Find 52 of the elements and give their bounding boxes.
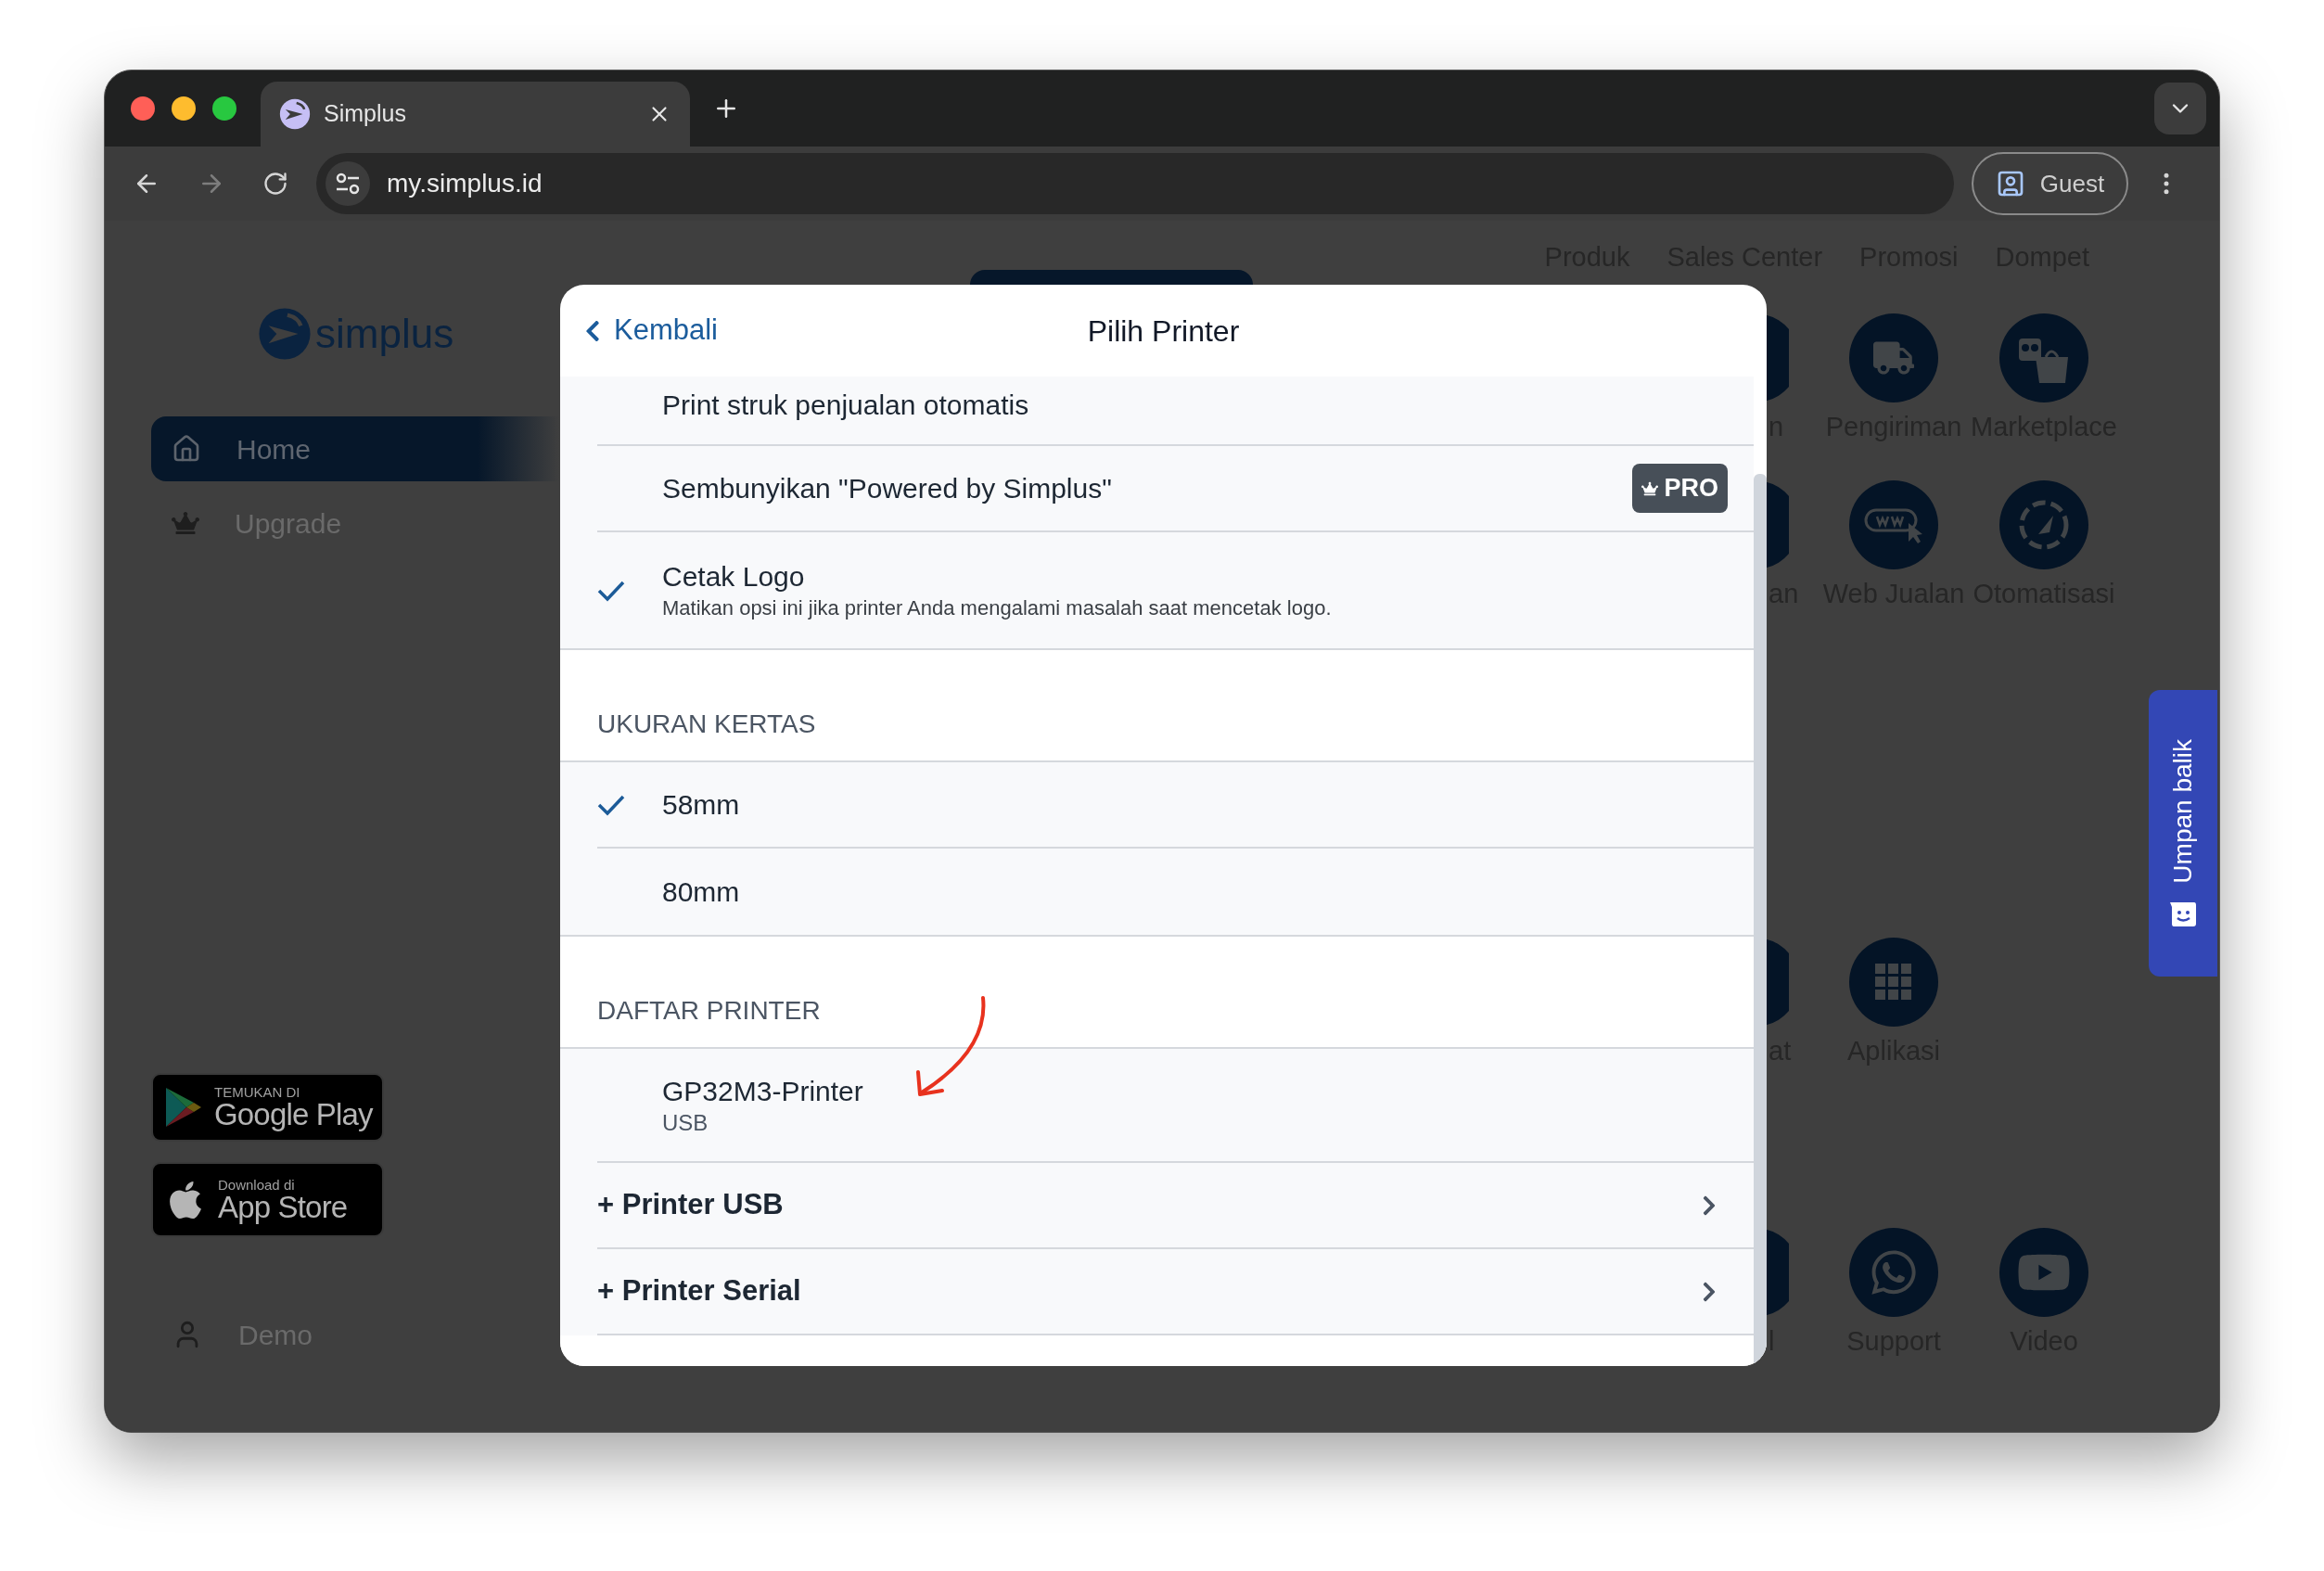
profile-button[interactable]: Guest <box>1972 152 2128 215</box>
crown-icon <box>1641 479 1659 497</box>
option-description: Matikan opsi ini jika printer Anda mengalami masalah saat mencetak logo. <box>662 594 1332 621</box>
store-name: Google Play <box>214 1099 373 1130</box>
option-label: 80mm <box>662 875 740 909</box>
sidebar-label: Home <box>236 432 312 466</box>
crown-icon <box>172 509 199 537</box>
option-label: Cetak Logo <box>662 559 806 594</box>
option-row[interactable]: Cetak Logo Matikan opsi ini jika printer Anda mengalami masalah saat mencetak logo. <box>560 532 1754 648</box>
play-triangle-icon <box>164 1086 203 1129</box>
option-row[interactable]: 80mm <box>560 849 1754 935</box>
add-printer-row[interactable]: + Printer Serial <box>560 1249 1754 1335</box>
reload-icon[interactable] <box>262 171 288 197</box>
logo-icon <box>258 307 312 361</box>
address-bar[interactable]: my.simplus.id <box>316 153 1954 214</box>
option-label: Print struk penjualan otomatis <box>662 389 1029 422</box>
feedback-tab[interactable]: Umpan balik <box>2149 690 2217 977</box>
option-row[interactable]: 58mm <box>560 762 1754 849</box>
back-button[interactable]: Kembali <box>581 309 718 352</box>
printer-row[interactable]: GP32M3-Printer USB <box>560 1049 1754 1163</box>
smiley-chat-icon <box>2169 901 2197 928</box>
browser-tab[interactable]: Simplus <box>261 82 690 147</box>
printer-connection: USB <box>662 1108 709 1137</box>
option-row[interactable]: Sembunyikan "Powered by Simplus" PRO <box>560 446 1754 532</box>
option-row[interactable]: Print struk penjualan otomatis <box>560 377 1754 446</box>
tab-title: Simplus <box>324 99 407 129</box>
url-text: my.simplus.id <box>387 168 543 199</box>
check-icon <box>597 579 625 602</box>
section-header: DAFTAR PRINTER <box>597 995 821 1027</box>
store-caption: Download di <box>218 1177 296 1192</box>
site-info-icon[interactable] <box>326 161 370 206</box>
check-icon <box>597 793 625 816</box>
feedback-label: Umpan balik <box>2167 738 2198 884</box>
store-caption: TEMUKAN DI <box>214 1085 301 1099</box>
section-header: UKURAN KERTAS <box>597 709 816 740</box>
printer-name: GP32M3-Printer <box>662 1074 863 1108</box>
option-label: 58mm <box>662 787 740 822</box>
add-printer-row[interactable]: + Printer USB <box>560 1163 1754 1249</box>
minimize-window-icon[interactable] <box>172 96 196 121</box>
option-label: Sembunyikan "Powered by Simplus" <box>662 471 1112 505</box>
add-printer-label: + Printer Serial <box>597 1273 801 1309</box>
store-badge[interactable]: Download di App Store <box>151 1162 384 1237</box>
favicon-icon <box>279 98 311 130</box>
close-window-icon[interactable] <box>131 96 155 121</box>
add-printer-label: + Printer USB <box>597 1187 784 1223</box>
home-icon <box>172 434 201 464</box>
maximize-window-icon[interactable] <box>212 96 236 121</box>
store-badge[interactable]: TEMUKAN DI Google Play <box>151 1073 384 1142</box>
dialog-title: Pilih Printer <box>1087 313 1240 350</box>
store-name: App Store <box>218 1191 348 1222</box>
grid-icon <box>1875 963 1912 1001</box>
pro-badge: PRO <box>1632 464 1728 513</box>
